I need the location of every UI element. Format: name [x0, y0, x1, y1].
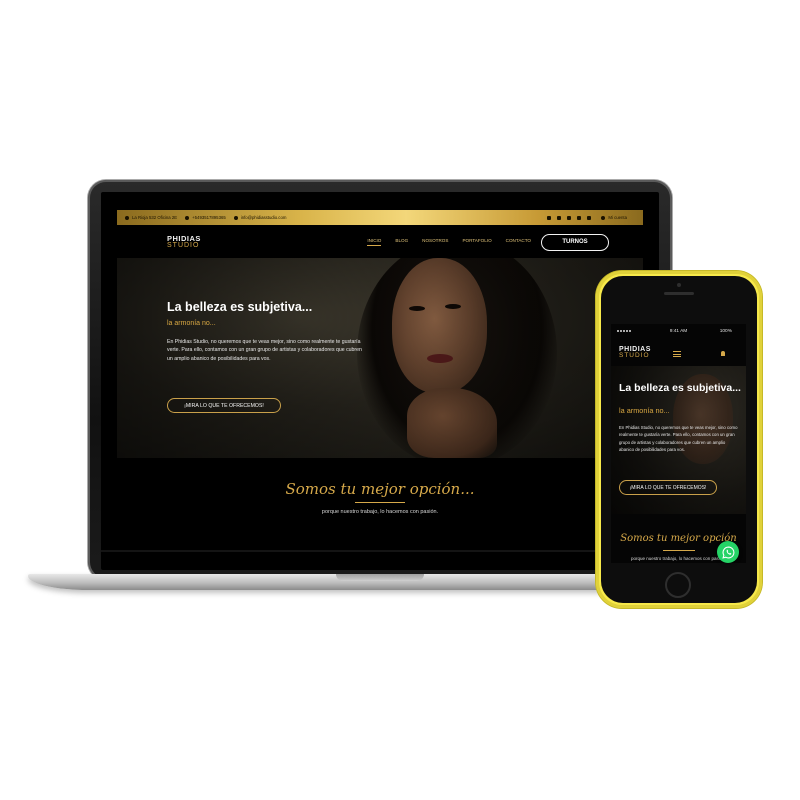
mail-icon — [233, 215, 238, 220]
laptop-notch — [336, 574, 424, 581]
hero-title: La belleza es subjetiva... — [167, 300, 313, 314]
status-battery: 100% — [719, 329, 732, 334]
phone-speaker — [664, 292, 694, 295]
social-links — [547, 215, 592, 220]
section-subtitle: porque nuestro trabajo, lo hacemos con p… — [321, 509, 439, 515]
nav-contacto[interactable]: CONTACTO — [506, 238, 531, 246]
user-icon — [601, 215, 606, 220]
location-pin-icon — [125, 215, 129, 220]
email-text[interactable]: info@phidiasstudio.com — [241, 215, 287, 220]
youtube-icon[interactable] — [567, 215, 572, 220]
whatsapp-icon — [721, 546, 734, 559]
status-bar: 9:41 AM 100% — [611, 329, 746, 337]
mobile-hero-cta-button[interactable]: ¡MIRA LO QUE TE OFRECEMOS! — [619, 480, 717, 495]
hero-text: En Phidias Studio, no queremos que te ve… — [167, 339, 362, 362]
top-info-bar: La Rioja 532 Oficina 2E +5493517895365 i… — [117, 210, 643, 225]
mobile-hero: La belleza es subjetiva... la armonía no… — [611, 366, 746, 514]
mobile-hero-text: En Phidias Studio, no queremos que te ve… — [619, 425, 738, 453]
phone-text[interactable]: +5493517895365 — [192, 215, 226, 220]
turnos-button[interactable]: TURNOS — [541, 233, 609, 251]
main-navbar: PHIDIAS STUDIO INICIO BLOG NOSOTROS PORT… — [101, 228, 659, 256]
facebook-icon[interactable] — [547, 215, 552, 220]
address-text: La Rioja 532 Oficina 2E — [132, 215, 178, 220]
phone-screen: 9:41 AM 100% PHIDIAS STUDIO La belleza e… — [611, 324, 746, 563]
tiktok-icon[interactable] — [577, 215, 582, 220]
phone-item[interactable]: +5493517895365 — [185, 215, 226, 220]
whatsapp-button[interactable] — [717, 541, 739, 563]
hero-banner: La belleza es subjetiva... la armonía no… — [117, 258, 643, 458]
logo-top-text: PHIDIAS — [167, 233, 201, 243]
laptop-screen: La Rioja 532 Oficina 2E +5493517895365 i… — [101, 192, 659, 570]
section-title: Somos tu mejor opción... — [285, 480, 475, 498]
next-section-edge — [101, 550, 659, 552]
mobile-section-divider — [663, 550, 695, 551]
logo-bottom-text: STUDIO — [167, 242, 200, 250]
phone-icon — [185, 215, 190, 220]
email-item[interactable]: info@phidiasstudio.com — [233, 215, 287, 220]
account-label[interactable]: Mi cuenta — [608, 215, 627, 220]
mobile-logo-bottom: STUDIO — [619, 352, 650, 359]
nav-blog[interactable]: BLOG — [395, 238, 408, 246]
section-divider — [355, 502, 405, 503]
address-item: La Rioja 532 Oficina 2E — [125, 215, 177, 220]
hamburger-menu-icon[interactable] — [673, 351, 681, 359]
phone-camera — [677, 283, 681, 287]
nav-nosotros[interactable]: NOSOTROS — [422, 238, 448, 246]
mobile-logo[interactable]: PHIDIAS STUDIO — [619, 346, 651, 360]
instagram-icon[interactable] — [587, 215, 592, 220]
hero-cta-button[interactable]: ¡MIRA LO QUE TE OFRECEMOS! — [167, 398, 281, 413]
mobile-hero-subtitle: la armonía no... — [619, 406, 670, 415]
nav-portafolio[interactable]: PORTAFOLIO — [462, 238, 491, 246]
account-link[interactable]: Mi cuenta — [601, 215, 627, 220]
phone-home-button[interactable] — [665, 572, 691, 598]
hero-subtitle: la armonía no... — [167, 320, 216, 327]
mobile-hero-title: La belleza es subjetiva... — [619, 382, 741, 394]
site-logo[interactable]: PHIDIAS STUDIO — [167, 235, 201, 250]
twitter-icon[interactable] — [557, 215, 562, 220]
nav-inicio[interactable]: INICIO — [367, 238, 382, 246]
user-icon[interactable] — [721, 351, 725, 356]
nav-links: INICIO BLOG NOSOTROS PORTAFOLIO CONTACTO — [367, 238, 531, 246]
